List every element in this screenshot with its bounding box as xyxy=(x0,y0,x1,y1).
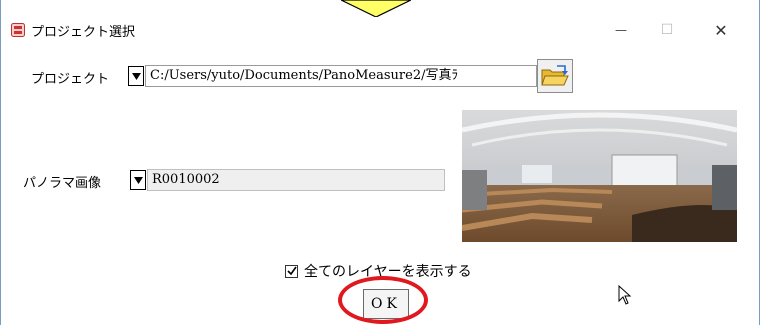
project-path-field[interactable]: C:/Users/yuto/Documents/PanoMeasure2/写真ﾗ xyxy=(145,65,537,87)
minimize-icon: — xyxy=(615,23,627,37)
checkmark-icon xyxy=(286,266,297,276)
maximize-button[interactable]: ☐ xyxy=(644,16,690,44)
show-all-layers-label: 全てのレイヤーを表示する xyxy=(304,264,472,280)
folder-open-icon xyxy=(541,65,569,86)
project-dropdown-button[interactable] xyxy=(128,66,144,86)
title-bar: プロジェクト選択 — ☐ ✕ xyxy=(1,12,759,46)
show-all-layers-option[interactable]: 全てのレイヤーを表示する xyxy=(285,261,472,281)
panorama-thumbnail xyxy=(462,110,737,242)
project-select-dialog: プロジェクト選択 — ☐ ✕ プロジェクト C:/Users/yuto/Docu… xyxy=(0,0,760,325)
project-label: プロジェクト xyxy=(31,72,110,87)
maximize-icon: ☐ xyxy=(660,22,674,38)
mouse-cursor-icon xyxy=(618,285,632,305)
panorama-dropdown-button[interactable] xyxy=(130,170,146,190)
panorama-label: パノラマ画像 xyxy=(23,176,102,191)
minimize-button[interactable]: — xyxy=(598,16,644,44)
close-icon: ✕ xyxy=(714,20,728,40)
dropdown-arrow-icon xyxy=(133,176,143,184)
panorama-name-field[interactable]: R0010002 xyxy=(147,169,445,191)
close-button[interactable]: ✕ xyxy=(698,16,744,44)
browse-folder-button[interactable] xyxy=(537,59,573,93)
show-all-layers-checkbox[interactable] xyxy=(285,264,298,278)
dropdown-arrow-icon xyxy=(131,72,141,80)
ok-button[interactable]: OK xyxy=(363,289,409,319)
window-title: プロジェクト選択 xyxy=(31,25,136,40)
app-icon xyxy=(11,23,25,37)
